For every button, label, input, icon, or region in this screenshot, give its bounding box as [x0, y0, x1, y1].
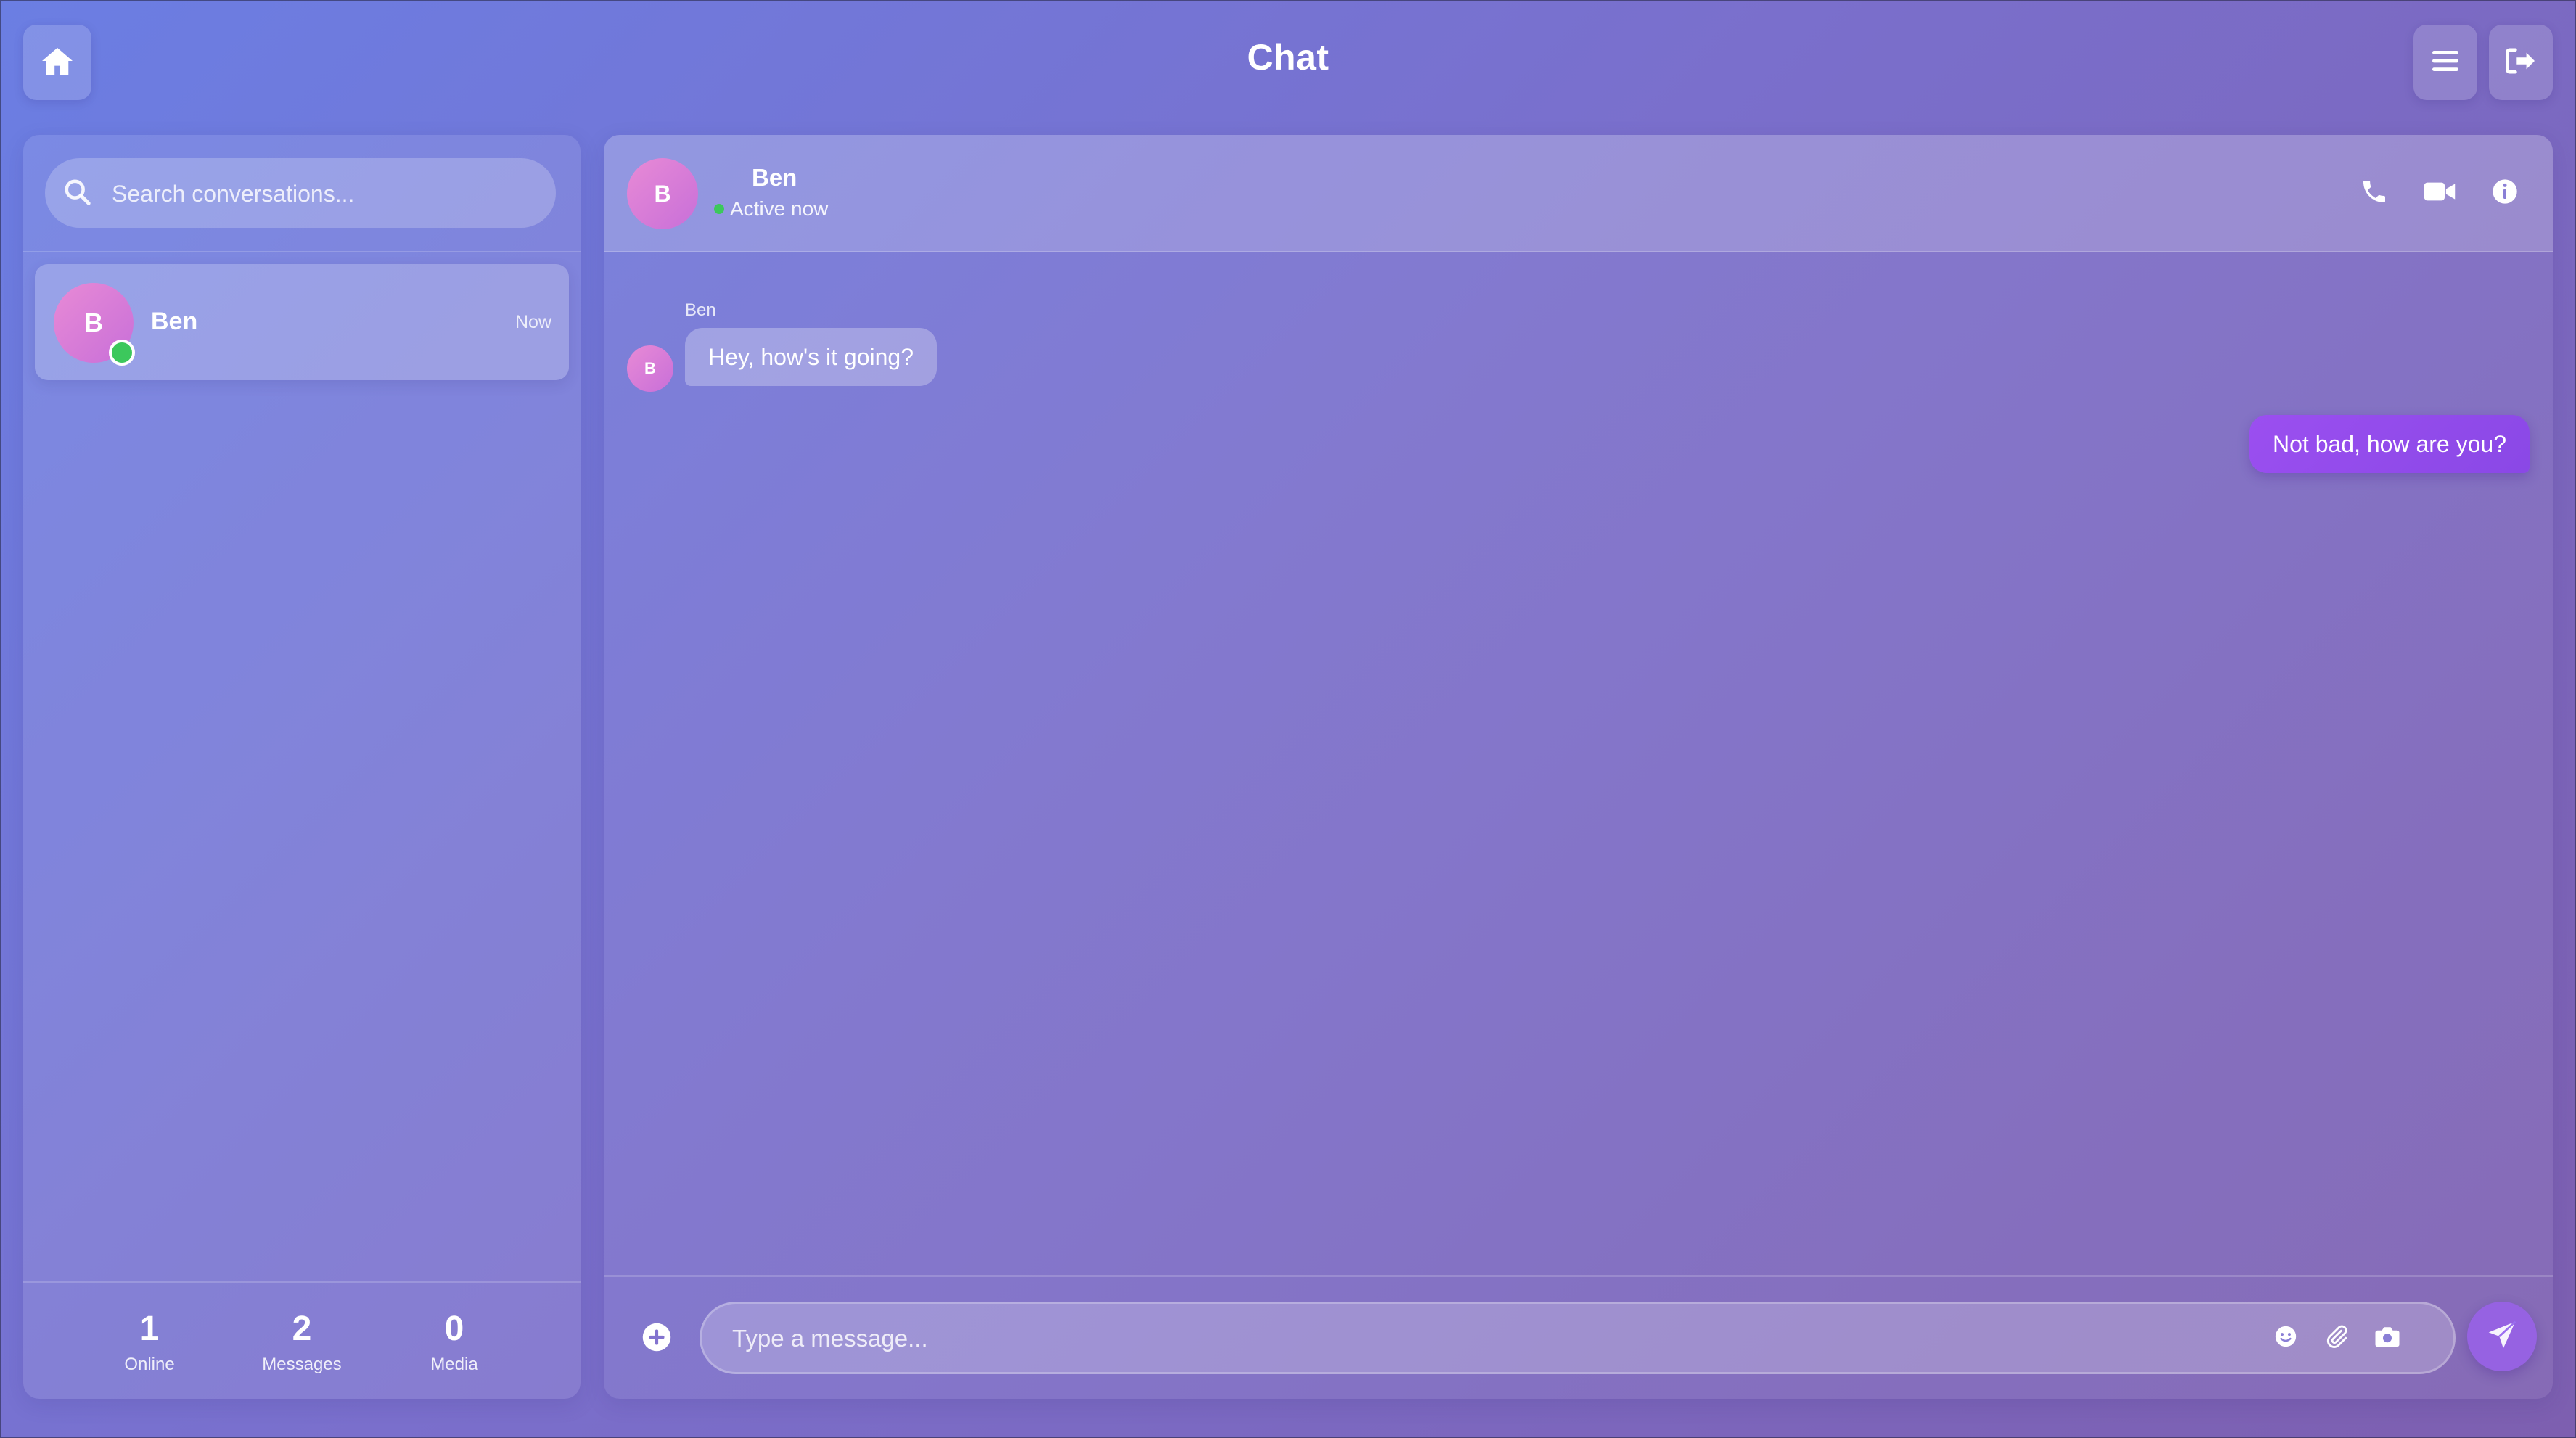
logout-icon — [2505, 47, 2536, 78]
avatar-initial: B — [644, 359, 656, 377]
camera-icon — [2374, 1325, 2400, 1352]
attach-icon — [2324, 1324, 2349, 1352]
avatar[interactable]: B — [627, 158, 698, 229]
message-composer[interactable] — [700, 1302, 2456, 1374]
divider — [604, 1275, 2553, 1277]
menu-button[interactable] — [2413, 25, 2477, 100]
info-icon — [2490, 177, 2519, 210]
divider — [23, 1281, 581, 1283]
stat-label: Media — [430, 1354, 478, 1374]
search-icon — [64, 178, 91, 210]
incoming-message: Hey, how's it going? — [685, 328, 937, 386]
camera-button[interactable] — [2371, 1321, 2404, 1355]
send-icon — [2486, 1319, 2518, 1355]
page-title: Chat — [1247, 37, 1329, 78]
conversation-time: Now — [514, 312, 551, 332]
search-input[interactable] — [110, 158, 534, 229]
stat-value: 1 — [139, 1310, 160, 1348]
top-bar: Chat — [0, 0, 2576, 128]
attach-button[interactable] — [2320, 1321, 2353, 1355]
menu-icon — [2432, 49, 2458, 76]
video-call-button[interactable] — [2421, 174, 2458, 212]
phone-icon — [2360, 177, 2389, 210]
avatar: B — [627, 345, 673, 392]
add-button[interactable] — [640, 1322, 673, 1355]
avatar-initial: B — [84, 308, 103, 337]
search-bar[interactable] — [45, 158, 556, 229]
stat-messages: 2 Messages — [229, 1310, 374, 1375]
contact-status: Active now — [714, 197, 828, 221]
call-button[interactable] — [2355, 174, 2393, 212]
emoji-button[interactable] — [2269, 1321, 2302, 1355]
stat-media: 0 Media — [382, 1310, 527, 1375]
stat-label: Messages — [262, 1354, 342, 1374]
message-input[interactable] — [731, 1304, 2257, 1373]
divider — [23, 251, 581, 252]
add-icon — [641, 1322, 672, 1356]
outgoing-message: Not bad, how are you? — [2249, 415, 2530, 473]
info-button[interactable] — [2486, 174, 2524, 212]
message-sender: Ben — [685, 300, 716, 320]
stat-value: 0 — [444, 1310, 464, 1348]
send-button[interactable] — [2467, 1302, 2537, 1371]
video-icon — [2423, 178, 2456, 208]
conversation-item-ben[interactable]: B Ben Now — [35, 264, 569, 380]
stat-online: 1 Online — [77, 1310, 222, 1375]
emoji-icon — [2273, 1324, 2298, 1352]
avatar-initial: B — [654, 180, 671, 207]
online-indicator — [109, 340, 135, 366]
conversation-name: Ben — [151, 308, 198, 335]
online-dot — [714, 204, 724, 214]
stat-label: Online — [124, 1354, 175, 1374]
logout-button[interactable] — [2489, 25, 2553, 100]
status-text: Active now — [730, 197, 829, 220]
chat-panel: B Ben Active now Ben B Hey, how's it goi… — [604, 135, 2553, 1399]
chat-header: B Ben Active now — [604, 135, 2553, 252]
contact-name: Ben — [752, 164, 797, 191]
stat-value: 2 — [292, 1310, 312, 1348]
conversation-sidebar: B Ben Now 1 Online 2 Messages 0 Media — [23, 135, 581, 1399]
